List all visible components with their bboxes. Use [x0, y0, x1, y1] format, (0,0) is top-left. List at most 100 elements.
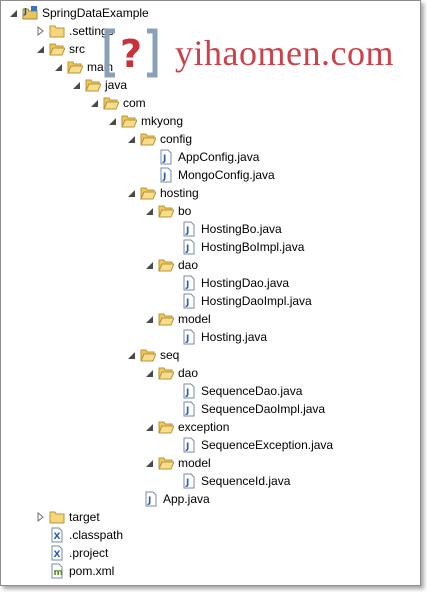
open-folder-icon	[67, 59, 83, 75]
expanded-arrow-icon[interactable]	[143, 418, 155, 436]
file-label: MongoConfig.java	[178, 168, 275, 182]
tree-node-file[interactable]: J SequenceException.java	[181, 436, 333, 454]
open-folder-icon	[85, 77, 101, 93]
tree-node-file[interactable]: X .classpath	[49, 526, 123, 544]
java-file-icon: J	[181, 293, 197, 309]
file-label: HostingDaoImpl.java	[201, 294, 312, 308]
mkyong-label: mkyong	[141, 114, 184, 128]
tree-node-file[interactable]: J SequenceDaoImpl.java	[181, 400, 325, 418]
xml-file-icon: X	[49, 545, 65, 561]
svg-text:X: X	[54, 550, 61, 560]
tree-node-file[interactable]: J AppConfig.java	[158, 148, 259, 166]
svg-text:X: X	[54, 532, 61, 542]
tree-node-com[interactable]: com	[88, 94, 146, 112]
tree-node-hosting[interactable]: hosting	[125, 184, 199, 202]
tree-node-file[interactable]: J SequenceId.java	[181, 472, 290, 490]
tree-node-file[interactable]: J Hosting.java	[181, 328, 267, 346]
file-label: HostingBoImpl.java	[201, 240, 305, 254]
expanded-arrow-icon[interactable]	[7, 4, 19, 22]
maven-pom-icon: m	[49, 563, 65, 579]
file-label: Hosting.java	[201, 330, 268, 344]
open-folder-icon	[103, 95, 119, 111]
open-folder-icon	[140, 185, 156, 201]
collapsed-arrow-icon[interactable]	[34, 22, 46, 40]
tree-node-exception[interactable]: exception	[143, 418, 229, 436]
seq-label: seq	[160, 348, 180, 362]
expanded-arrow-icon[interactable]	[34, 40, 46, 58]
tree-node-bo[interactable]: bo	[143, 202, 191, 220]
hosting-label: hosting	[160, 186, 199, 200]
expanded-arrow-icon[interactable]	[88, 94, 100, 112]
bo-label: bo	[178, 204, 192, 218]
expanded-arrow-icon[interactable]	[143, 364, 155, 382]
file-label: SequenceDaoImpl.java	[201, 402, 326, 416]
src-label: src	[69, 42, 85, 56]
expanded-arrow-icon[interactable]	[70, 76, 82, 94]
java-file-icon: J	[181, 221, 197, 237]
expanded-arrow-icon[interactable]	[125, 130, 137, 148]
expanded-arrow-icon[interactable]	[52, 58, 64, 76]
tree-node-file[interactable]: J MongoConfig.java	[158, 166, 275, 184]
java-file-icon: J	[158, 167, 174, 183]
package-explorer: J SpringDataExample .settings src main j…	[0, 0, 421, 586]
tree-node-file[interactable]: J App.java	[143, 490, 210, 508]
collapsed-arrow-icon[interactable]	[34, 508, 46, 526]
svg-text:J: J	[185, 298, 189, 308]
tree-node-file[interactable]: J HostingBo.java	[181, 220, 282, 238]
tree-node-target[interactable]: target	[34, 508, 100, 526]
svg-text:J: J	[147, 496, 151, 506]
watermark-text: yihaomen.com	[175, 33, 394, 73]
svg-text:?: ?	[120, 32, 142, 76]
target-label: target	[69, 510, 100, 524]
dao-label: dao	[178, 258, 199, 272]
expanded-arrow-icon[interactable]	[143, 454, 155, 472]
expanded-arrow-icon[interactable]	[125, 346, 137, 364]
tree-node-seq-dao[interactable]: dao	[143, 364, 198, 382]
tree-node-seq-model[interactable]: model	[143, 454, 211, 472]
tree-node-file[interactable]: m pom.xml	[49, 562, 114, 580]
open-folder-icon	[158, 311, 174, 327]
java-file-icon: J	[143, 491, 159, 507]
exception-label: exception	[178, 420, 230, 434]
file-label: SequenceDao.java	[201, 384, 303, 398]
java-file-icon: J	[181, 329, 197, 345]
svg-text:J: J	[23, 7, 27, 16]
java-file-icon: J	[181, 275, 197, 291]
expanded-arrow-icon[interactable]	[143, 310, 155, 328]
open-folder-icon	[158, 257, 174, 273]
java-file-icon: J	[181, 473, 197, 489]
open-folder-icon	[140, 131, 156, 147]
svg-text:J: J	[185, 280, 189, 290]
file-label: HostingDao.java	[201, 276, 290, 290]
tree-node-seq[interactable]: seq	[125, 346, 179, 364]
tree-node-file[interactable]: X .project	[49, 544, 108, 562]
expanded-arrow-icon[interactable]	[125, 184, 137, 202]
tree-node-file[interactable]: J SequenceDao.java	[181, 382, 302, 400]
file-label: SequenceException.java	[201, 438, 334, 452]
tree-node-project[interactable]: J SpringDataExample	[7, 4, 149, 22]
svg-text:J: J	[185, 334, 189, 344]
open-folder-icon	[121, 113, 137, 129]
tree-node-model[interactable]: model	[143, 310, 211, 328]
open-folder-icon	[158, 419, 174, 435]
tree-node-file[interactable]: J HostingDaoImpl.java	[181, 292, 312, 310]
file-label: .project	[69, 546, 109, 560]
expanded-arrow-icon[interactable]	[106, 112, 118, 130]
open-folder-icon	[158, 365, 174, 381]
tree-node-mkyong[interactable]: mkyong	[106, 112, 183, 130]
watermark: ? yihaomen.com	[101, 25, 394, 81]
open-folder-icon	[140, 347, 156, 363]
expanded-arrow-icon[interactable]	[143, 256, 155, 274]
svg-text:J: J	[185, 406, 189, 416]
open-folder-icon	[158, 203, 174, 219]
java-file-icon: J	[158, 149, 174, 165]
expanded-arrow-icon[interactable]	[143, 202, 155, 220]
tree-node-src[interactable]: src	[34, 40, 85, 58]
file-label: SequenceId.java	[201, 474, 291, 488]
tree-node-file[interactable]: J HostingBoImpl.java	[181, 238, 304, 256]
tree-node-dao[interactable]: dao	[143, 256, 198, 274]
tree-node-config[interactable]: config	[125, 130, 192, 148]
folder-icon	[49, 509, 65, 525]
file-label: AppConfig.java	[178, 150, 260, 164]
tree-node-file[interactable]: J HostingDao.java	[181, 274, 289, 292]
